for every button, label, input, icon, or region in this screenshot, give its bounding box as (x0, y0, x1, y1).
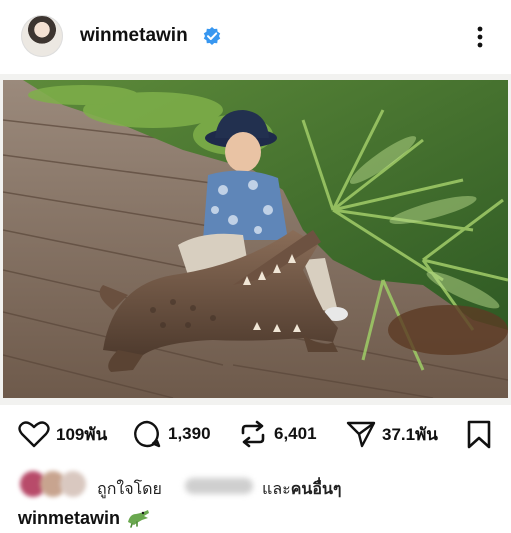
repost-icon[interactable] (238, 420, 268, 448)
liked-by-avatars[interactable] (20, 471, 88, 497)
liked-by-others-link[interactable]: คนอื่นๆ (291, 481, 342, 498)
like-count: 109พัน (56, 424, 108, 444)
verified-badge-icon (203, 27, 221, 45)
post-caption: winmetawin (18, 506, 150, 530)
liked-by-blurred-user[interactable] (185, 478, 253, 494)
caption-username[interactable]: winmetawin (18, 508, 120, 529)
crocodile-emoji-icon (128, 510, 150, 528)
comment-count: 1,390 (168, 424, 211, 443)
share-icon[interactable] (346, 420, 376, 448)
repost-count: 6,401 (274, 424, 317, 443)
more-options-icon[interactable] (470, 23, 490, 51)
heart-icon[interactable] (18, 420, 50, 448)
repost-action[interactable]: 6,401 (238, 420, 317, 448)
share-count: 37.1พัน (382, 424, 438, 444)
liked-by-and: และคนอื่นๆ (262, 481, 342, 498)
liked-by-row: ถูกใจโดย และคนอื่นๆ (0, 468, 511, 502)
liked-by-prefix: ถูกใจโดย (97, 481, 162, 498)
post-image[interactable] (3, 80, 508, 398)
share-action[interactable]: 37.1พัน (346, 420, 438, 448)
like-action[interactable]: 109พัน (18, 420, 107, 448)
comment-action[interactable]: 1,390 (132, 420, 211, 448)
post-image-frame (0, 74, 511, 405)
comment-icon[interactable] (132, 420, 162, 448)
avatar[interactable] (21, 15, 63, 57)
action-bar: 109พัน 1,390 6,401 37.1พัน (0, 416, 511, 452)
bookmark-icon[interactable] (466, 420, 492, 450)
post-username[interactable]: winmetawin (80, 25, 188, 47)
post-header: winmetawin (0, 0, 511, 74)
